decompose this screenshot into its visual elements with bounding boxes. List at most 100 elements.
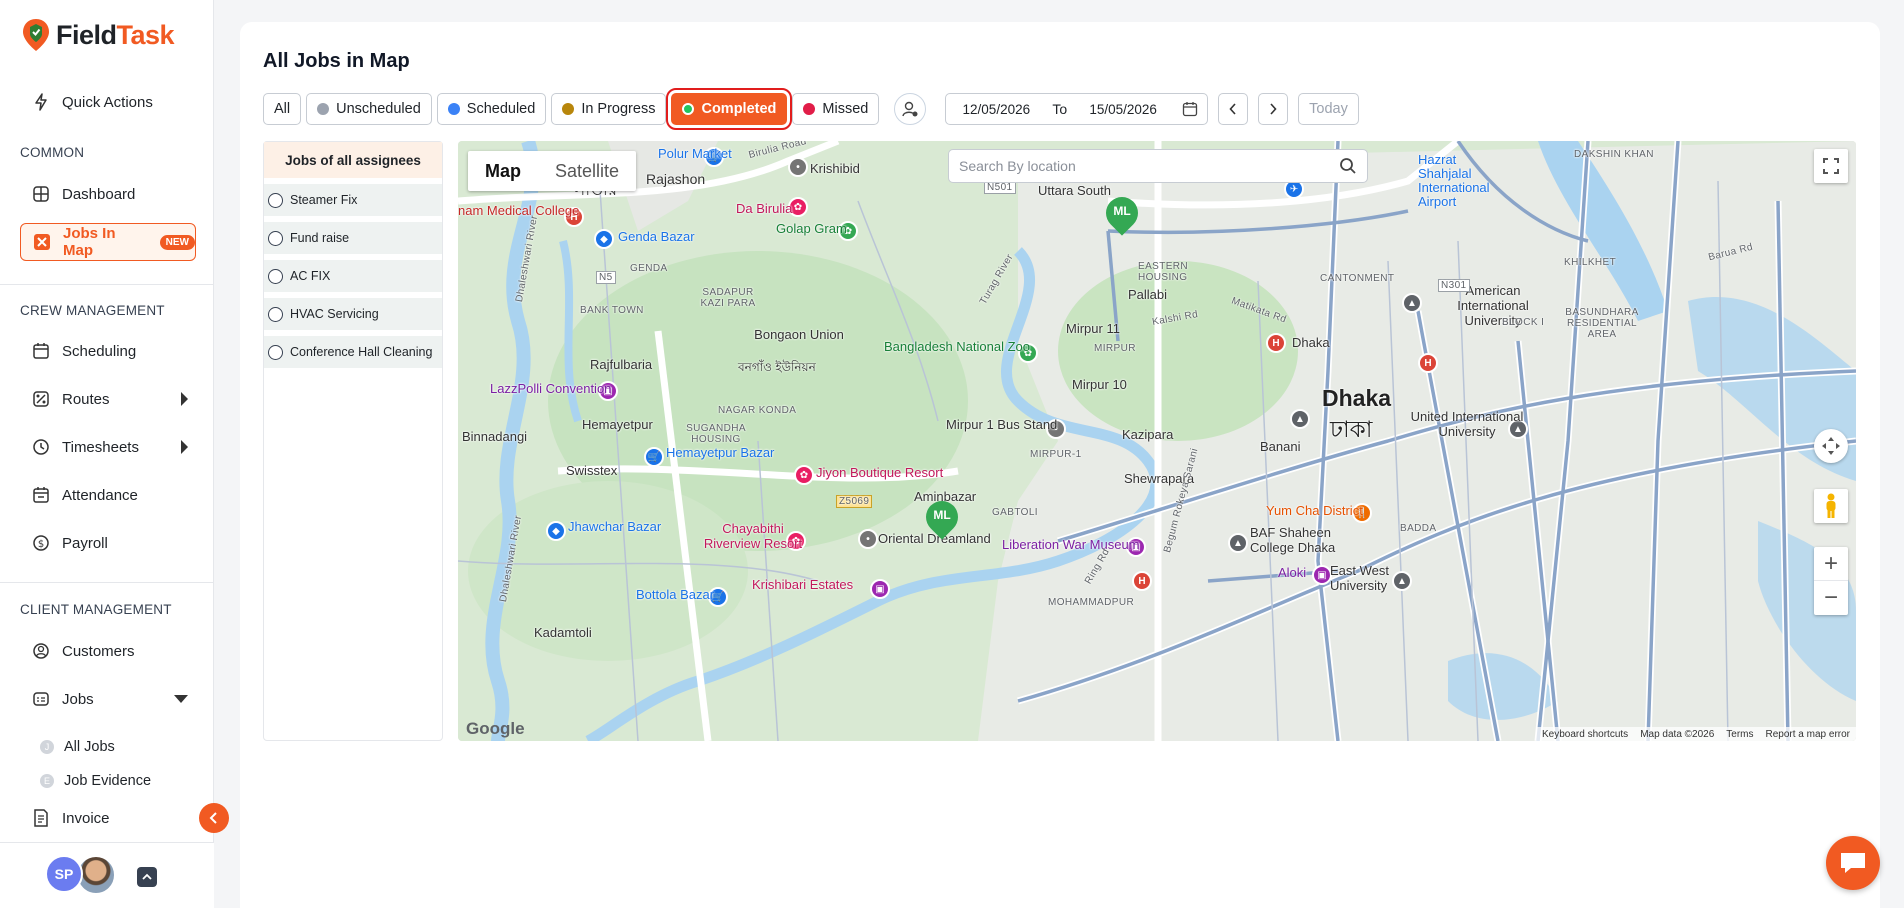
date-to[interactable]: 15/05/2026 — [1073, 102, 1173, 117]
sidebar-item-timesheets[interactable]: Timesheets — [20, 429, 196, 465]
chat-icon — [1841, 853, 1865, 873]
sidebar-collapse-button[interactable] — [199, 803, 229, 833]
zoom-in-button[interactable]: + — [1814, 547, 1848, 581]
sidebar-item-attendance[interactable]: Attendance — [20, 477, 196, 513]
sidebar-item-routes[interactable]: Routes — [20, 381, 196, 417]
map-label: Pallabi — [1128, 287, 1168, 302]
venue-icon[interactable]: ▣ — [870, 579, 890, 599]
filter-all[interactable]: All — [263, 93, 302, 125]
section-label-client: CLIENT MANAGEMENT — [20, 602, 172, 617]
avatar[interactable]: SP — [45, 855, 83, 893]
camera-control-button[interactable] — [1814, 429, 1848, 463]
job-marker[interactable]: ML — [919, 494, 965, 543]
job-radio[interactable] — [268, 192, 283, 208]
job-radio[interactable] — [268, 306, 283, 322]
job-radio[interactable] — [268, 268, 283, 284]
map-label: BAF Shaheen College Dhaka — [1250, 525, 1336, 555]
sidebar-item-scheduling[interactable]: Scheduling — [20, 333, 196, 369]
street-view-pegman-button[interactable] — [1814, 489, 1848, 523]
assignee-filter-button[interactable] — [894, 93, 927, 125]
sidebar-item-quick-actions[interactable]: Quick Actions — [20, 84, 196, 120]
shopping-bag-icon[interactable]: ◆ — [546, 521, 566, 541]
filter-unscheduled[interactable]: Unscheduled — [306, 93, 432, 125]
map-label: Aloki — [1278, 565, 1307, 580]
status-dot-icon — [682, 103, 695, 115]
map-type-satellite-button[interactable]: Satellite — [538, 151, 636, 191]
university-icon[interactable]: ▲ — [1402, 293, 1422, 313]
filter-scheduled[interactable]: Scheduled — [436, 93, 547, 125]
keyboard-shortcuts-link[interactable]: Keyboard shortcuts — [1542, 729, 1628, 740]
venue-icon[interactable]: ▣ — [1312, 565, 1332, 585]
map-label: BADDA — [1400, 523, 1437, 534]
map-label: Krishibid — [810, 161, 860, 176]
sidebar-item-label: Jobs In Map — [63, 225, 116, 259]
location-pin-icon[interactable]: • — [858, 529, 878, 549]
sidebar-item-jobs[interactable]: Jobs — [20, 681, 196, 717]
sidebar-subitem-job-evidence[interactable]: E Job Evidence — [40, 773, 151, 789]
map-label: Liberation War Museum — [1002, 537, 1140, 552]
hospital-icon[interactable]: H — [1132, 571, 1152, 591]
sidebar-item-jobs-in-map[interactable]: Jobs In Map NEW — [20, 223, 196, 261]
map-label: CANTONMENT — [1320, 273, 1395, 284]
expand-up-button[interactable] — [137, 867, 157, 887]
next-date-button[interactable] — [1258, 93, 1289, 125]
hospital-icon[interactable]: H — [1266, 333, 1286, 353]
prev-date-button[interactable] — [1218, 93, 1249, 125]
filter-label: Unscheduled — [336, 101, 421, 117]
map-label: MOHAMMADPUR — [1048, 597, 1135, 608]
sidebar-item-label: Customers — [62, 642, 135, 660]
filter-missed[interactable]: Missed — [792, 93, 880, 125]
chevron-down-icon — [174, 695, 188, 703]
main-content: All Jobs in Map All Unscheduled Schedule… — [240, 22, 1880, 908]
map-search-input[interactable]: Search By location — [948, 149, 1368, 183]
route-icon — [32, 390, 50, 408]
job-item[interactable]: HVAC Servicing — [264, 298, 442, 330]
job-item[interactable]: Conference Hall Cleaning — [264, 336, 442, 368]
zoom-out-button[interactable]: − — [1814, 581, 1848, 615]
university-icon[interactable]: ▲ — [1228, 533, 1248, 553]
map-label: Krishibari Estates — [752, 577, 854, 592]
filter-completed[interactable]: Completed — [666, 88, 793, 130]
job-marker[interactable]: ML — [1099, 190, 1145, 239]
map-label: Kazipara — [1122, 427, 1174, 442]
map-label: Bongaon Union — [754, 327, 844, 342]
shopping-cart-icon[interactable]: 🛒 — [644, 447, 664, 467]
filter-in-progress[interactable]: In Progress — [551, 93, 667, 125]
map-view[interactable]: Map Satellite Search By location + − 🛒 •… — [458, 141, 1856, 741]
today-button[interactable]: Today — [1298, 93, 1359, 125]
sidebar-item-payroll[interactable]: $ Payroll — [20, 525, 196, 561]
chat-button[interactable] — [1826, 836, 1880, 890]
map-type-map-button[interactable]: Map — [468, 151, 538, 191]
map-label: NAGAR KONDA — [718, 405, 797, 416]
sidebar-item-customers[interactable]: Customers — [20, 633, 196, 669]
map-label: DAKSHIN KHAN — [1574, 149, 1654, 160]
job-title: Fund raise — [290, 231, 350, 245]
map-label: nam Medical College — [458, 203, 580, 218]
date-from[interactable]: 12/05/2026 — [946, 102, 1046, 117]
map-label: Banani — [1260, 439, 1301, 454]
hospital-icon[interactable]: H — [1418, 353, 1438, 373]
report-error-link[interactable]: Report a map error — [1766, 729, 1850, 740]
job-item[interactable]: AC FIX — [264, 260, 442, 292]
university-icon[interactable]: ▲ — [1290, 409, 1310, 429]
job-radio[interactable] — [268, 230, 283, 246]
sidebar-item-invoice[interactable]: Invoice — [20, 800, 196, 836]
calendar-icon[interactable] — [1173, 101, 1207, 117]
jobs-panel: Jobs of all assignees Steamer Fix Fund r… — [263, 141, 443, 741]
location-pin-icon[interactable]: • — [788, 157, 808, 177]
app-logo[interactable]: FieldTask — [22, 18, 175, 52]
shopping-bag-icon[interactable]: ◆ — [594, 229, 614, 249]
search-icon[interactable] — [1339, 157, 1357, 175]
map-label: Hemayetpur Bazar — [666, 445, 775, 460]
spa-icon[interactable]: ✿ — [794, 465, 814, 485]
job-radio[interactable] — [268, 344, 283, 360]
terms-link[interactable]: Terms — [1726, 729, 1753, 740]
road-shield: N301 — [1438, 279, 1470, 292]
fullscreen-button[interactable] — [1814, 149, 1848, 183]
date-range-picker[interactable]: 12/05/2026 To 15/05/2026 — [945, 93, 1209, 125]
marker-label: ML — [1113, 204, 1131, 218]
sidebar-subitem-all-jobs[interactable]: J All Jobs — [40, 739, 115, 755]
sidebar-item-dashboard[interactable]: Dashboard — [20, 176, 196, 212]
job-item[interactable]: Fund raise — [264, 222, 442, 254]
job-item[interactable]: Steamer Fix — [264, 184, 442, 216]
